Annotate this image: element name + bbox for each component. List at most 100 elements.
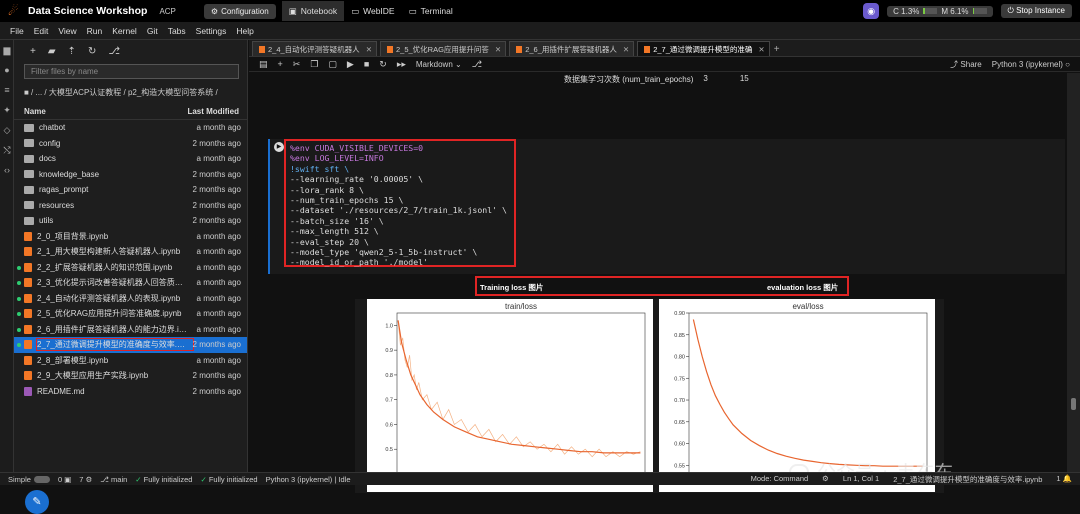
file-item[interactable]: resources 2 months ago <box>14 198 247 214</box>
close-icon[interactable]: ✕ <box>758 45 764 54</box>
tab-doc-2-6[interactable]: 2_6_用插件扩展答疑机器人 ✕ <box>509 41 635 56</box>
column-last-modified[interactable]: Last Modified <box>187 107 239 116</box>
toc-icon[interactable]: ≡ <box>0 80 14 100</box>
file-item[interactable]: 2_4_自动化评测答疑机器人的表现.ipynb a month ago <box>14 291 247 307</box>
file-item[interactable]: docs a month ago <box>14 151 247 167</box>
menu-run[interactable]: Run <box>87 26 103 36</box>
terminal-icon: ▣ <box>64 474 72 484</box>
share-icon: ⤴ <box>950 59 961 69</box>
new-folder-icon[interactable]: ▰ <box>48 46 56 57</box>
file-item[interactable]: chatbot a month ago <box>14 120 247 136</box>
file-item[interactable]: knowledge_base 2 months ago <box>14 167 247 183</box>
extension-icon[interactable]: ✦ <box>0 100 14 120</box>
kernel-status[interactable]: Python 3 (ipykernel) | Idle <box>266 475 351 484</box>
restart-icon[interactable]: ↻ <box>379 59 387 70</box>
code-line: !swift sft \ <box>290 163 350 174</box>
stop-icon[interactable]: ■ <box>364 59 369 69</box>
code-icon[interactable]: ‹› <box>0 160 14 180</box>
git-diff-icon[interactable]: ⎇ <box>472 59 482 70</box>
run-cell-icon[interactable]: ▶ <box>274 142 284 152</box>
tab-doc-2-5[interactable]: 2_5_优化RAG应用提升问答 ✕ <box>379 41 507 56</box>
run-icon[interactable]: ▶ <box>347 59 354 70</box>
paste-icon[interactable]: ▢ <box>328 59 337 70</box>
simple-mode-toggle[interactable]: Simple <box>8 475 50 484</box>
tab-doc-2-7[interactable]: 2_7_通过微调提升模型的准确 ✕ <box>637 41 770 56</box>
new-launcher-icon[interactable]: + <box>30 46 36 57</box>
menu-tabs[interactable]: Tabs <box>168 26 186 36</box>
file-item[interactable]: config 2 months ago <box>14 136 247 152</box>
copy-icon[interactable]: ❐ <box>310 59 318 70</box>
run-all-icon[interactable]: ▸▸ <box>397 59 406 70</box>
kernel-selector[interactable]: Python 3 (ipykernel) ○ <box>992 60 1070 69</box>
file-item[interactable]: utils 2 months ago <box>14 213 247 229</box>
column-name[interactable]: Name <box>24 107 46 116</box>
file-item[interactable]: 2_0_项目背景.ipynb a month ago <box>14 229 247 245</box>
kernel-status-icon: ○ <box>1065 59 1070 69</box>
insert-cell-icon[interactable]: + <box>278 59 283 69</box>
close-icon[interactable]: ✕ <box>366 45 372 54</box>
configuration-button[interactable]: ⚙ Configuration <box>203 3 276 19</box>
folder-icon[interactable]: ▆ <box>0 40 14 60</box>
menu-edit[interactable]: Edit <box>34 26 49 36</box>
code-cell[interactable]: ▶ %env CUDA_VISIBLE_DEVICES=0 %env LOG_LE… <box>268 139 1065 274</box>
menu-help[interactable]: Help <box>236 26 253 36</box>
tab-label: 2_5_优化RAG应用提升问答 <box>395 44 489 54</box>
close-icon[interactable]: ✕ <box>495 45 501 54</box>
activity-bar: ▆ ● ≡ ✦ ◇ ⤭ ‹› <box>0 40 14 472</box>
file-item[interactable]: 2_3_优化提示词改善答疑机器人回答质量.ipynb a month ago <box>14 275 247 291</box>
notification-count[interactable]: 1 🔔 <box>1056 474 1072 485</box>
shuffle-icon[interactable]: ⤭ <box>0 140 14 160</box>
tab-label: 2_6_用插件扩展答疑机器人 <box>525 44 617 54</box>
kernel-count[interactable]: 7 ⚙ <box>79 475 92 484</box>
tab-doc-2-4[interactable]: 2_4_自动化评测答疑机器人 ✕ <box>252 41 377 56</box>
toggle-switch[interactable] <box>33 476 50 484</box>
file-modified: a month ago <box>196 355 241 365</box>
file-item[interactable]: 2_7_通过微调提升模型的准确度与效率.ipynb 2 months ago <box>14 337 247 353</box>
file-item[interactable]: 2_1_用大模型构建新人答疑机器人.ipynb a month ago <box>14 244 247 260</box>
file-item[interactable]: 2_9_大模型应用生产实践.ipynb 2 months ago <box>14 368 247 384</box>
file-item[interactable]: 2_5_优化RAG应用提升问答准确度.ipynb a month ago <box>14 306 247 322</box>
git-icon[interactable]: ◇ <box>0 120 14 140</box>
git-clone-icon[interactable]: ⎇ <box>108 46 120 57</box>
breadcrumb[interactable]: ■ / ... / 大模型ACP认证教程 / p2_构造大模型问答系统 / <box>14 79 247 104</box>
terminal-count[interactable]: 0 ▣ <box>58 475 71 484</box>
tab-terminal[interactable]: ▭ Terminal <box>402 1 460 21</box>
refresh-icon[interactable]: ↻ <box>88 46 96 57</box>
settings-icon[interactable]: ⚙ <box>822 474 829 485</box>
file-item[interactable]: ragas_prompt 2 months ago <box>14 182 247 198</box>
file-item[interactable]: 2_8_部署模型.ipynb a month ago <box>14 353 247 369</box>
scrollbar[interactable] <box>1067 73 1080 472</box>
share-button[interactable]: ⤴ Share <box>950 59 982 70</box>
assistant-avatar-icon[interactable]: ◉ <box>863 3 880 19</box>
save-icon[interactable]: ▤ <box>259 59 268 70</box>
menu-settings[interactable]: Settings <box>196 26 227 36</box>
cursor-position[interactable]: Ln 1, Col 1 <box>843 474 879 485</box>
close-icon[interactable]: ✕ <box>623 45 629 54</box>
file-modified: 2 months ago <box>192 340 241 350</box>
cell-type-select[interactable]: Markdown ⌄ <box>416 60 462 69</box>
file-item[interactable]: README.md 2 months ago <box>14 384 247 400</box>
tab-notebook[interactable]: ▣ Notebook <box>281 1 345 21</box>
menu-file[interactable]: File <box>10 26 24 36</box>
tab-webide[interactable]: ▭ WebIDE <box>344 1 402 21</box>
upload-icon[interactable]: ⇡ <box>68 46 76 57</box>
init-label-1: Fully initialized <box>143 474 193 484</box>
running-icon[interactable]: ● <box>0 60 14 80</box>
menu-git[interactable]: Git <box>147 26 158 36</box>
scrollbar-thumb[interactable] <box>1071 398 1076 410</box>
folder-icon <box>24 154 34 163</box>
series-line <box>397 320 641 458</box>
menu-view[interactable]: View <box>58 26 76 36</box>
add-tab-icon[interactable]: + <box>774 44 780 56</box>
filter-input[interactable]: Filter files by name <box>24 64 239 79</box>
assistant-fab-icon[interactable]: ✎ <box>25 490 49 514</box>
stop-instance-button[interactable]: ⏻ Stop Instance <box>1000 4 1072 18</box>
file-item[interactable]: 2_6_用插件扩展答疑机器人的能力边界.ipynb a month ago <box>14 322 247 338</box>
git-branch[interactable]: ⎇ main <box>100 475 127 484</box>
cut-icon[interactable]: ✂ <box>293 59 301 70</box>
file-item[interactable]: 2_2_扩展答疑机器人的知识范围.ipynb a month ago <box>14 260 247 276</box>
code-editor[interactable]: %env CUDA_VISIBLE_DEVICES=0 %env LOG_LEVE… <box>284 139 516 267</box>
menu-kernel[interactable]: Kernel <box>112 26 137 36</box>
notebook-file-icon <box>24 309 32 319</box>
notebook-icon <box>259 45 265 53</box>
